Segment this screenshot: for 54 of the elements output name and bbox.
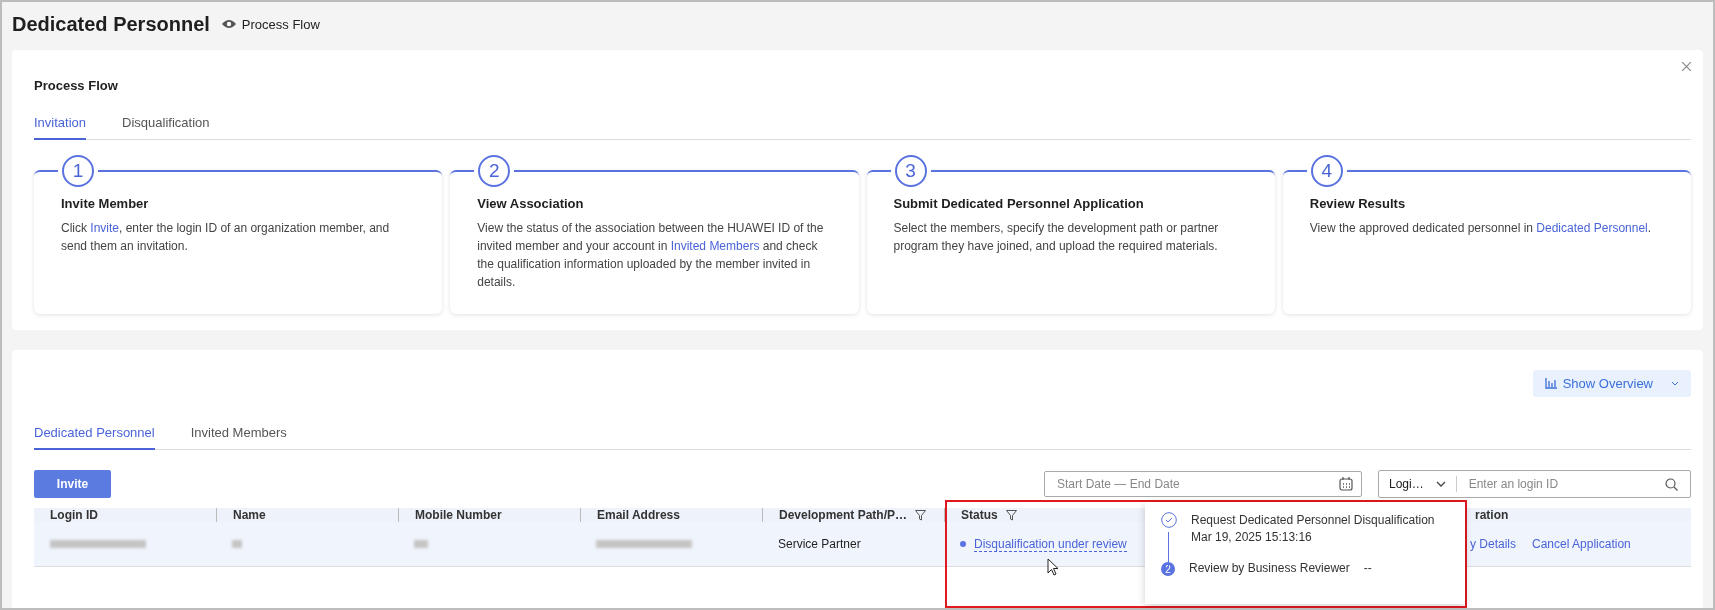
inline-link[interactable]: Invited Members xyxy=(670,239,760,253)
chevron-down-icon xyxy=(1671,381,1679,386)
close-icon[interactable] xyxy=(1682,62,1691,71)
status-link[interactable]: Disqualification under review xyxy=(974,536,1127,552)
inline-link[interactable]: Dedicated Personnel xyxy=(1536,221,1648,235)
filter-icon[interactable] xyxy=(1005,509,1017,521)
inline-link[interactable]: Invite xyxy=(90,221,120,235)
cursor-icon xyxy=(1047,558,1059,576)
blurred-text xyxy=(232,540,242,548)
column-header: Mobile Number xyxy=(415,508,502,522)
search-field[interactable]: Enter an login ID xyxy=(1456,477,1665,491)
column-header: Development Path/P… xyxy=(779,508,908,522)
step-number: 1 xyxy=(62,155,94,187)
tab[interactable]: Invitation xyxy=(34,115,87,140)
search-icon[interactable] xyxy=(1665,477,1678,491)
step-title: Review Results xyxy=(1309,196,1407,211)
section-title: Process Flow xyxy=(34,77,118,93)
step-description: View the status of the association between the HUAWEI ID of the invited member and your account in Invited Members and check the qualification information uploaded by the member invited in details. xyxy=(477,220,825,291)
action-link[interactable]: y Details xyxy=(1470,537,1516,551)
step-description: Click Invite, enter the login ID of an organization member, and send them an invitation. xyxy=(61,220,391,255)
step-title: View Association xyxy=(477,196,585,211)
filter-icon[interactable] xyxy=(915,509,927,521)
process-flow-link[interactable]: Process Flow xyxy=(221,16,320,32)
tab[interactable]: Disqualification xyxy=(122,115,210,140)
step-time: Mar 19, 2025 15:13:16 xyxy=(1191,529,1313,546)
step-title: Review by Business Reviewer xyxy=(1189,560,1350,577)
column-header: Login ID xyxy=(50,508,98,522)
invite-button[interactable]: Invite xyxy=(34,470,111,498)
calendar-icon xyxy=(1339,477,1353,491)
show-overview-button[interactable]: Show Overview xyxy=(1532,370,1691,397)
chevron-down-icon xyxy=(1435,481,1446,487)
field-select[interactable]: Logi… xyxy=(1379,476,1457,492)
step-number: 4 xyxy=(1310,155,1343,187)
blurred-text xyxy=(414,540,428,548)
bar-chart-icon xyxy=(1544,378,1557,389)
tab[interactable]: Invited Members xyxy=(190,425,287,450)
step-title: Submit Dedicated Personnel Application xyxy=(893,196,1145,211)
date-range-field[interactable]: Start Date — End Date xyxy=(1044,471,1362,497)
column-header: Email Address xyxy=(597,508,680,522)
column-header: Status xyxy=(961,508,998,522)
step-title: Request Dedicated Personnel Disqualification xyxy=(1191,512,1435,529)
tab[interactable]: Dedicated Personnel xyxy=(34,425,155,450)
step-description: View the approved dedicated personnel in Dedicated Personnel. xyxy=(1309,220,1653,237)
step-time: -- xyxy=(1363,560,1372,577)
column-header: ration xyxy=(1475,508,1509,522)
step-number: 3 xyxy=(894,155,927,187)
column-header: Name xyxy=(233,508,266,522)
action-link[interactable]: Cancel Application xyxy=(1532,537,1631,551)
step-title: Invite Member xyxy=(61,196,150,211)
page-title: Dedicated Personnel xyxy=(12,12,210,36)
step-description: Select the members, specify the development path or partner program they have joined, and upload the required materials. xyxy=(893,220,1220,255)
eye-icon xyxy=(221,19,236,29)
table-cell: Service Partner xyxy=(778,537,861,551)
step-number: 2 xyxy=(478,155,511,187)
